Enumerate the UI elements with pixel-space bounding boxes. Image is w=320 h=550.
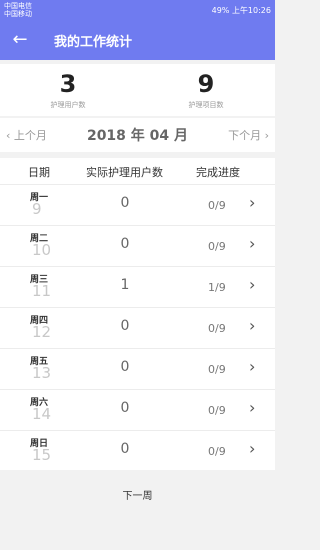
progress-value: 0/9 xyxy=(208,240,226,253)
header-patient-count: 实际护理用户数 xyxy=(86,166,163,179)
table-row[interactable]: 周一 9 0 0/9 › xyxy=(0,184,275,225)
summary-panel: 3 护理用户数 9 护理项目数 xyxy=(0,64,275,116)
day-number: 10 xyxy=(32,241,52,259)
chevron-right-icon: › xyxy=(264,129,269,142)
status-time: 上午10:26 xyxy=(231,6,271,15)
chevron-right-icon: › xyxy=(249,234,256,253)
table-row[interactable]: 周六 14 0 0/9 › xyxy=(0,389,275,430)
page-title: 我的工作统计 xyxy=(54,35,133,50)
header-progress: 完成进度 xyxy=(196,166,240,179)
battery-percent: 49% xyxy=(211,6,230,15)
carrier-label-secondary: 中国移动 xyxy=(4,10,32,18)
table-row[interactable]: 周二 10 0 0/9 › xyxy=(0,225,275,266)
patient-count: 1 xyxy=(120,277,130,293)
status-bar: 中国电信 中国移动 49% 上午10:26 xyxy=(0,0,275,20)
chevron-right-icon: › xyxy=(249,193,256,212)
carrier-info: 中国电信 中国移动 xyxy=(4,2,32,18)
progress-value: 0/9 xyxy=(208,404,226,417)
patient-count: 0 xyxy=(120,236,130,252)
status-indicators: 49% 上午10:26 xyxy=(212,5,271,16)
patient-count: 0 xyxy=(120,400,130,416)
day-number: 11 xyxy=(32,282,52,300)
day-number: 14 xyxy=(32,405,52,423)
chevron-right-icon: › xyxy=(249,316,256,335)
patient-count: 0 xyxy=(120,318,130,334)
work-stats-table: 日期 实际护理用户数 完成进度 周一 9 0 0/9 › 周二 10 0 0/9… xyxy=(0,158,275,470)
day-number: 13 xyxy=(32,364,52,382)
day-number: 9 xyxy=(32,200,42,218)
day-number: 15 xyxy=(32,446,52,464)
header-date: 日期 xyxy=(28,166,50,179)
table-header: 日期 实际护理用户数 完成进度 xyxy=(0,158,275,184)
patient-count: 0 xyxy=(120,359,130,375)
carrier-label: 中国电信 xyxy=(4,2,32,10)
items-count: 9 xyxy=(197,70,215,98)
chevron-right-icon: › xyxy=(249,275,256,294)
next-month-label: 下个月 xyxy=(228,129,262,142)
chevron-right-icon: › xyxy=(249,439,256,458)
table-row[interactable]: 周四 12 0 0/9 › xyxy=(0,307,275,348)
next-month-button[interactable]: 下个月 › xyxy=(228,127,269,143)
items-label: 护理项目数 xyxy=(188,101,224,109)
patient-count: 0 xyxy=(120,441,130,457)
table-row[interactable]: 周日 15 0 0/9 › xyxy=(0,430,275,471)
back-button[interactable]: ← xyxy=(8,28,32,52)
patient-count: 0 xyxy=(120,195,130,211)
app-bar: ← 我的工作统计 xyxy=(0,20,275,60)
progress-value: 0/9 xyxy=(208,322,226,335)
items-summary: 9 护理项目数 xyxy=(146,70,266,110)
progress-value: 1/9 xyxy=(208,281,226,294)
table-row[interactable]: 周五 13 0 0/9 › xyxy=(0,348,275,389)
chevron-right-icon: › xyxy=(249,357,256,376)
progress-value: 0/9 xyxy=(208,363,226,376)
patients-count: 3 xyxy=(59,70,77,98)
month-navigator: ‹ 上个月 2018 年 04 月 下个月 › xyxy=(0,118,275,152)
footer: 下一周 xyxy=(0,470,275,550)
table-row[interactable]: 周三 11 1 1/9 › xyxy=(0,266,275,307)
day-number: 12 xyxy=(32,323,52,341)
progress-value: 0/9 xyxy=(208,445,226,458)
arrow-left-icon: ← xyxy=(12,29,28,50)
progress-value: 0/9 xyxy=(208,199,226,212)
patients-summary: 3 护理用户数 xyxy=(8,70,128,110)
next-week-button[interactable]: 下一周 xyxy=(0,487,275,502)
patients-label: 护理用户数 xyxy=(50,101,86,109)
chevron-right-icon: › xyxy=(249,398,256,417)
